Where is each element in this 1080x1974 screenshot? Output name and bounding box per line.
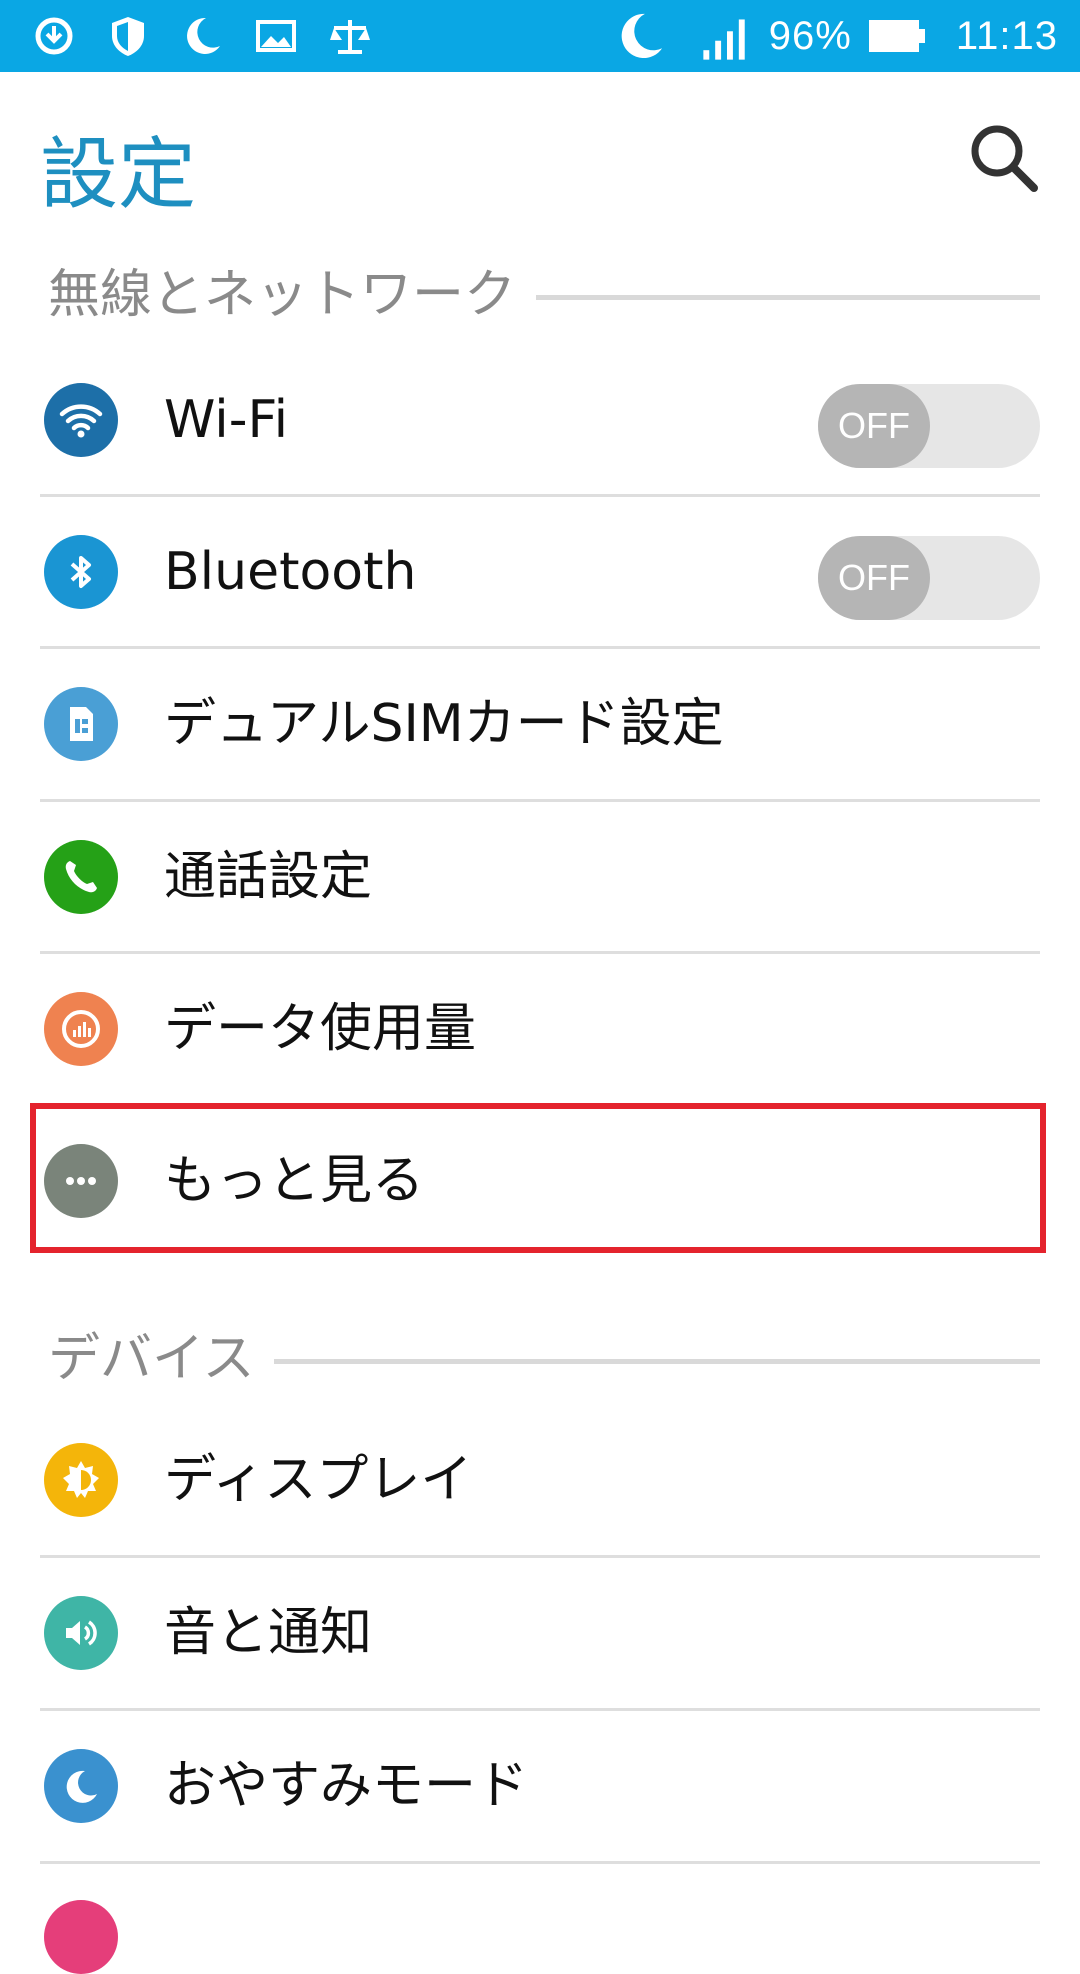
shield-icon xyxy=(112,17,144,56)
data-usage-icon xyxy=(44,992,118,1066)
signal-icon xyxy=(703,19,745,60)
section-label: 無線とネットワーク xyxy=(48,264,517,325)
settings-item-data-usage[interactable]: データ使用量 xyxy=(40,954,1040,1104)
battery-icon xyxy=(868,20,925,52)
image-icon xyxy=(256,20,296,52)
divider xyxy=(40,1861,1040,1864)
wifi-icon xyxy=(44,383,118,457)
moon-icon xyxy=(187,17,220,54)
settings-item-label: 通話設定 xyxy=(164,847,373,907)
battery-percent: 96% xyxy=(768,13,852,58)
section-label: デバイス xyxy=(48,1328,255,1389)
settings-item-label: おやすみモード xyxy=(164,1756,529,1816)
moon-icon xyxy=(44,1749,118,1823)
settings-item-label: データ使用量 xyxy=(164,999,477,1059)
section-header-device: デバイス xyxy=(48,1318,1040,1389)
section-header-wireless: 無線とネットワーク xyxy=(48,254,1040,325)
settings-item-display[interactable]: ディスプレイ xyxy=(40,1405,1040,1555)
clock: 11:13 xyxy=(955,13,1058,58)
sim-card-icon xyxy=(44,687,118,761)
phone-icon xyxy=(44,840,118,914)
download-icon xyxy=(35,17,73,55)
settings-item-call[interactable]: 通話設定 xyxy=(40,802,1040,952)
toggle-state: OFF xyxy=(818,384,930,468)
bluetooth-icon xyxy=(44,535,118,609)
settings-item-label: デュアルSIMカード設定 xyxy=(164,694,724,754)
settings-item-bluetooth[interactable]: Bluetooth OFF xyxy=(40,497,1040,647)
settings-item-label: 音と通知 xyxy=(164,1603,373,1663)
section-divider xyxy=(536,294,1040,300)
wifi-toggle[interactable]: OFF xyxy=(818,384,1040,468)
app-header: 設定 xyxy=(0,72,1080,242)
page-title: 設定 xyxy=(40,130,197,220)
search-icon[interactable] xyxy=(964,118,1044,198)
sound-icon xyxy=(44,1596,118,1670)
section-divider xyxy=(274,1358,1040,1364)
moon-icon xyxy=(621,13,662,59)
settings-item-sound[interactable]: 音と通知 xyxy=(40,1558,1040,1708)
next-item-icon-partial xyxy=(44,1900,118,1974)
settings-item-label: Wi-Fi xyxy=(164,390,289,450)
settings-item-label: Bluetooth xyxy=(164,542,417,602)
toggle-state: OFF xyxy=(818,536,930,620)
settings-item-do-not-disturb[interactable]: おやすみモード xyxy=(40,1711,1040,1861)
settings-item-wifi[interactable]: Wi-Fi OFF xyxy=(40,345,1040,495)
bluetooth-toggle[interactable]: OFF xyxy=(818,536,1040,620)
highlight-box xyxy=(30,1103,1046,1253)
status-bar: 96% 11:13 xyxy=(0,0,1080,72)
settings-item-label: ディスプレイ xyxy=(164,1450,473,1510)
display-brightness-icon xyxy=(44,1443,118,1517)
settings-item-dual-sim[interactable]: デュアルSIMカード設定 xyxy=(40,649,1040,799)
scale-icon xyxy=(330,20,370,54)
